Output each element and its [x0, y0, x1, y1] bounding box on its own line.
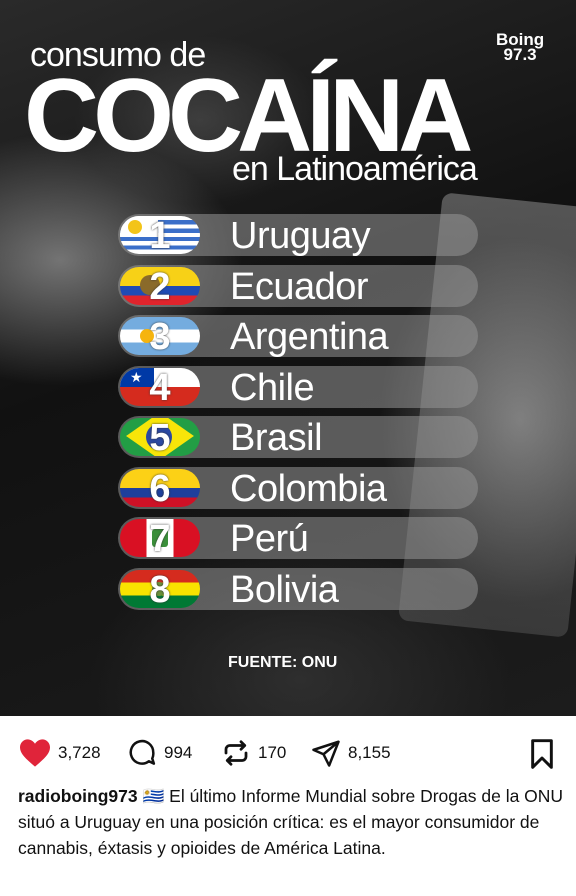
share-button[interactable]: 8,155	[310, 738, 391, 768]
country-name: Argentina	[230, 316, 389, 358]
action-bar: 3,728 994 170 8,155	[0, 716, 576, 780]
country-name: Ecuador	[230, 265, 369, 308]
country-name: Bolivia	[230, 568, 339, 611]
rank-number: 3	[149, 317, 171, 355]
ranking-list: 1 Uruguay 2 Ecuador 3 Argentina ★ 4 Chil…	[118, 214, 478, 618]
repost-count: 170	[258, 743, 287, 762]
rank-row-5: 5 Brasil	[118, 416, 478, 459]
colombia-flag-icon: 6	[120, 468, 200, 507]
like-count: 3,728	[58, 743, 101, 762]
country-name: Brasil	[230, 417, 323, 459]
comment-count: 994	[164, 743, 193, 762]
rank-row-1: 1 Uruguay	[118, 214, 478, 257]
comment-icon	[129, 739, 156, 765]
source-label: FUENTE: ONU	[228, 654, 338, 671]
bookmark-icon	[531, 739, 553, 769]
bolivia-flag-icon: 8	[120, 569, 200, 608]
heart-icon	[20, 739, 50, 767]
country-name: Colombia	[230, 467, 387, 510]
uruguay-flag-icon: 1	[120, 216, 200, 254]
rank-row-6: 6 Colombia	[118, 466, 478, 510]
rank-number: 4	[149, 367, 171, 406]
country-name: Perú	[230, 518, 309, 560]
rank-row-2: 2 Ecuador	[118, 264, 478, 308]
rank-row-7: 7 Perú	[118, 517, 478, 560]
rank-number: 8	[149, 569, 171, 608]
argentina-flag-icon: 3	[120, 317, 200, 355]
post-caption: radioboing973 🇺🇾 El último Informe Mundi…	[18, 783, 564, 861]
brasil-flag-icon: 5	[120, 418, 200, 456]
caption-username[interactable]: radioboing973	[18, 786, 138, 806]
rank-number: 6	[149, 468, 171, 507]
send-icon	[312, 740, 340, 767]
rank-row-3: 3 Argentina	[118, 315, 478, 358]
repost-icon	[224, 740, 248, 766]
rank-number: 1	[149, 216, 171, 254]
logo-line2: 97.3	[503, 45, 537, 64]
country-name: Chile	[230, 366, 315, 409]
caption-flag: 🇺🇾	[142, 786, 165, 806]
post-image[interactable]: consumo de COCAÍNA en Latinoamérica Boin…	[0, 0, 576, 716]
ecuador-flag-icon: 2	[120, 266, 200, 305]
country-name: Uruguay	[230, 215, 371, 257]
brand-logo: Boing 97.3	[496, 31, 544, 64]
rank-row-4: ★ 4 Chile	[118, 365, 478, 409]
peru-flag-icon: 7	[120, 519, 200, 557]
share-count: 8,155	[348, 743, 391, 762]
like-button[interactable]: 3,728	[18, 738, 101, 768]
headline-sub: en Latinoamérica	[232, 150, 478, 188]
rank-number: 5	[149, 418, 171, 456]
rank-number: 7	[149, 519, 171, 557]
comment-button[interactable]: 994	[126, 738, 192, 768]
repost-button[interactable]: 170	[220, 738, 286, 768]
chile-flag-icon: ★ 4	[120, 367, 200, 406]
rank-number: 2	[149, 266, 171, 305]
save-button[interactable]	[528, 738, 562, 770]
rank-row-8: 8 Bolivia	[118, 567, 478, 611]
